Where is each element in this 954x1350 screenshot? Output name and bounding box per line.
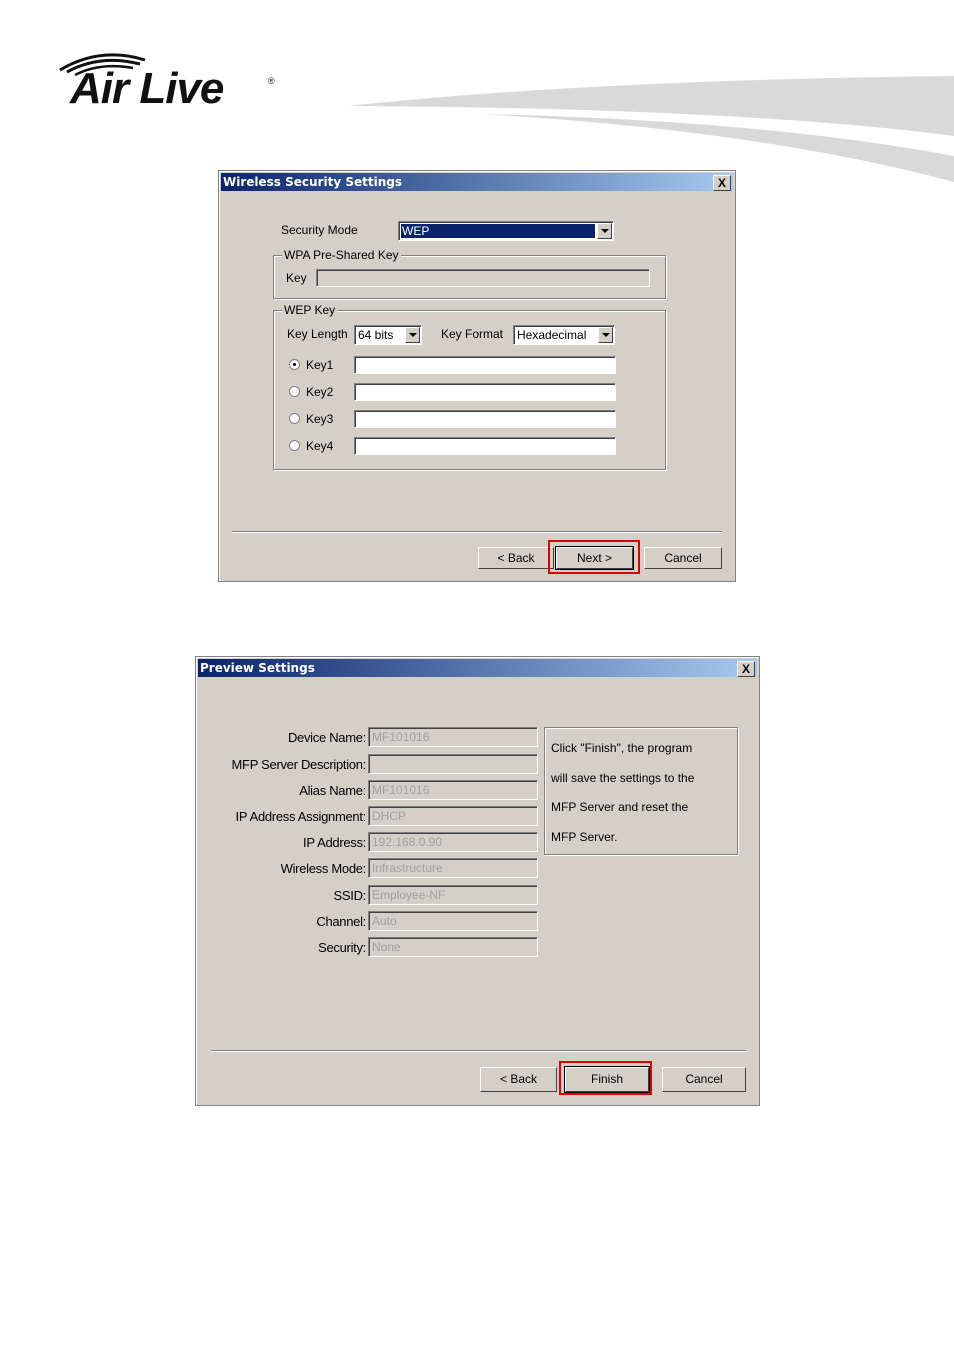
next-button[interactable]: Next > [555, 546, 634, 570]
cancel-button[interactable]: Cancel [662, 1067, 746, 1092]
field-label: SSID: [333, 888, 367, 903]
info-line: MFP Server and reset the [551, 800, 689, 814]
field-value[interactable]: MF101016 [368, 727, 538, 747]
field-label: Alias Name: [299, 783, 366, 798]
key1-input[interactable] [354, 356, 616, 374]
info-line: Click "Finish", the program [551, 741, 693, 755]
wpa-group-label: WPA Pre-Shared Key [282, 248, 401, 262]
chevron-down-icon[interactable] [405, 327, 420, 343]
key1-radio[interactable] [289, 359, 300, 370]
info-line: MFP Server. [551, 830, 618, 844]
field-label: IP Address Assignment: [235, 809, 367, 824]
wep-group: WEP Key Key Length 64 bits Key Format He… [273, 303, 666, 470]
logo-text: Air Live [70, 64, 224, 113]
field-value[interactable]: DHCP [368, 806, 538, 826]
wpa-key-label: Key [286, 271, 307, 285]
key3-input[interactable] [354, 410, 616, 428]
wireless-security-dialog: Wireless Security Settings X Security Mo… [218, 170, 736, 582]
info-box: Click "Finish", the program will save th… [544, 727, 738, 855]
divider [232, 531, 722, 533]
title-bar: Preview Settings X [198, 659, 757, 677]
chevron-down-icon[interactable] [597, 223, 612, 239]
key4-label: Key4 [306, 439, 334, 453]
key2-label: Key2 [306, 385, 334, 399]
wep-group-label: WEP Key [282, 303, 338, 317]
close-button[interactable]: X [737, 661, 755, 677]
title-bar: Wireless Security Settings X [221, 173, 733, 191]
security-mode-select[interactable]: WEP [398, 221, 614, 241]
back-button[interactable]: < Back [478, 547, 554, 569]
field-label: IP Address: [303, 835, 366, 850]
chevron-down-icon[interactable] [598, 327, 613, 343]
registered-mark: ® [268, 76, 275, 86]
key4-input[interactable] [354, 437, 616, 455]
key2-radio[interactable] [289, 386, 300, 397]
dialog-title: Preview Settings [200, 661, 315, 675]
field-label: MFP Server Description: [231, 757, 367, 772]
close-button[interactable]: X [713, 175, 731, 191]
security-mode-label: Security Mode [281, 223, 358, 237]
dialog-title: Wireless Security Settings [223, 175, 402, 189]
key-format-label: Key Format [441, 327, 504, 341]
preview-settings-dialog: Preview Settings X Device Name: MF101016 M… [195, 656, 760, 1106]
back-button[interactable]: < Back [480, 1067, 557, 1092]
divider [211, 1050, 746, 1052]
key-format-value: Hexadecimal [517, 328, 587, 342]
field-value[interactable]: 192.168.0.90 [368, 832, 538, 852]
field-label: Wireless Mode: [280, 861, 367, 876]
key2-input[interactable] [354, 383, 616, 401]
security-mode-value: WEP [401, 224, 595, 238]
wpa-group: WPA Pre-Shared Key Key [273, 248, 666, 299]
finish-button[interactable]: Finish [564, 1066, 650, 1093]
field-label: Device Name: [287, 730, 366, 745]
key3-radio[interactable] [289, 413, 300, 424]
field-label: Security: [318, 940, 366, 955]
field-value[interactable]: Auto [368, 911, 538, 931]
key-length-label: Key Length [287, 327, 348, 341]
key1-label: Key1 [306, 358, 334, 372]
key-length-value: 64 bits [358, 328, 394, 342]
key-length-select[interactable]: 64 bits [354, 325, 422, 345]
cancel-button[interactable]: Cancel [644, 547, 722, 569]
field-value[interactable] [368, 754, 538, 774]
info-line: will save the settings to the [551, 771, 695, 785]
key-format-select[interactable]: Hexadecimal [513, 325, 615, 345]
key4-radio[interactable] [289, 440, 300, 451]
field-value[interactable]: Infrastructure [368, 858, 538, 878]
field-label: Channel: [316, 914, 366, 929]
field-value[interactable]: Employee-NF [368, 885, 538, 905]
key3-label: Key3 [306, 412, 334, 426]
wpa-key-input[interactable] [316, 269, 650, 287]
field-value[interactable]: MF101016 [368, 780, 538, 800]
field-value[interactable]: None [368, 937, 538, 957]
